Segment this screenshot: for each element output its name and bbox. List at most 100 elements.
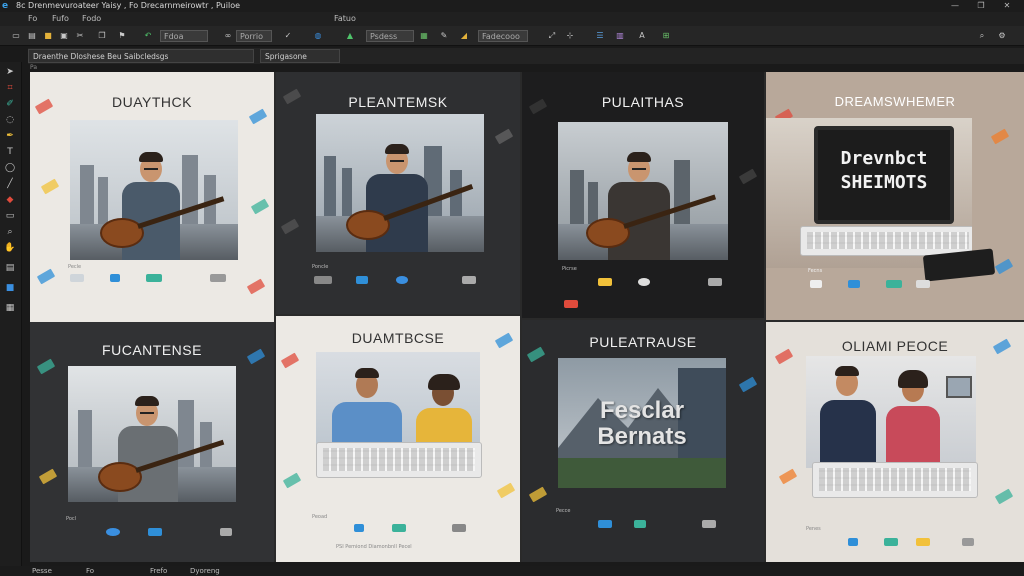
hand-tool-icon[interactable]: ✋ bbox=[4, 242, 16, 254]
zoom-select[interactable]: Fdoa bbox=[160, 30, 208, 42]
cut-icon[interactable]: ✂ bbox=[74, 30, 86, 42]
triangle-icon[interactable]: ▲ bbox=[344, 30, 356, 42]
confetti-shape bbox=[738, 168, 758, 185]
design-canvas[interactable]: DUAYTHCK Pecle PLEANTEMSK Poncle PULAITH… bbox=[30, 72, 1024, 562]
image-icon[interactable]: ▦ bbox=[418, 30, 430, 42]
status-item[interactable]: Fo bbox=[86, 566, 94, 576]
menu-item-4[interactable]: Fatuo bbox=[334, 12, 356, 26]
list-icon[interactable]: ☰ bbox=[594, 30, 606, 42]
tab-secondary[interactable]: Sprigasone bbox=[260, 49, 340, 63]
confetti-shape bbox=[496, 482, 516, 499]
mode-select[interactable]: Porrio bbox=[236, 30, 272, 42]
zoom-tool-icon[interactable]: ⌕ bbox=[4, 226, 16, 238]
card-caption: Pecce bbox=[556, 508, 571, 514]
globe-icon[interactable]: ◍ bbox=[312, 30, 324, 42]
menu-item-3[interactable]: Fodo bbox=[82, 12, 101, 26]
toolbar: ▭ ▤ ■ ▣ ✂ ❐ ⚑ ↶ Fdoa ∞ Porrio ✓ ◍ ▲ Psde… bbox=[0, 26, 1024, 46]
card-caption: Pecle bbox=[68, 264, 82, 270]
status-item[interactable]: Frefo bbox=[150, 566, 167, 576]
open-folder-icon[interactable]: ▤ bbox=[26, 30, 38, 42]
app-logo-icon: e bbox=[2, 1, 9, 11]
save-icon[interactable]: ▣ bbox=[58, 30, 70, 42]
feature-icon-row bbox=[276, 524, 520, 536]
shape-tool-icon[interactable]: ◯ bbox=[4, 162, 16, 174]
card-3[interactable]: PULAITHAS Picrse bbox=[522, 72, 764, 318]
confetti-shape bbox=[778, 468, 798, 485]
minimize-button[interactable]: — bbox=[944, 0, 966, 12]
settings-icon[interactable]: ⚙ bbox=[996, 30, 1008, 42]
card-title: DUAYTHCK bbox=[112, 94, 192, 110]
laptop-photo: Drevnbct SHEIMOTS bbox=[766, 118, 972, 268]
crop-tool-icon[interactable]: ⌗ bbox=[4, 82, 16, 94]
photo-headline: Bernats bbox=[597, 423, 687, 450]
card-6[interactable]: DUAMTBCSE Peoad PSI Pemiond Diamonbnll P… bbox=[276, 316, 520, 562]
keyboard bbox=[316, 442, 482, 478]
card-title: PLEANTEMSK bbox=[348, 94, 448, 110]
menu-item-2[interactable]: Fufo bbox=[52, 12, 69, 26]
feature-icon-row bbox=[30, 528, 274, 540]
line-tool-icon[interactable]: ╱ bbox=[4, 178, 16, 190]
folder-icon[interactable]: ■ bbox=[42, 30, 54, 42]
feature-icon-row bbox=[766, 280, 1024, 292]
card-2[interactable]: PLEANTEMSK Poncle bbox=[276, 72, 520, 314]
fill-tool-icon[interactable]: ◆ bbox=[4, 194, 16, 206]
field-select[interactable]: Psdess bbox=[366, 30, 414, 42]
feature-icon-row bbox=[30, 274, 274, 286]
select-tool-icon[interactable]: ➤ bbox=[4, 66, 16, 78]
keyboard bbox=[800, 226, 972, 256]
screen-text: Drevnbct bbox=[840, 148, 928, 169]
grid-icon[interactable]: ▥ bbox=[614, 30, 626, 42]
menu-bar: Fo Fufo Fodo Fatuo bbox=[0, 12, 1024, 26]
mountain-photo: Fesclar Bernats bbox=[558, 358, 726, 488]
confetti-shape bbox=[528, 486, 548, 503]
status-item[interactable]: Dyoreng bbox=[190, 566, 220, 576]
laptop-screen: Drevnbct SHEIMOTS bbox=[814, 126, 954, 224]
confetti-shape bbox=[738, 376, 758, 393]
pen-icon[interactable]: ✎ bbox=[438, 30, 450, 42]
tools-panel: ➤ ⌗ ✐ ◌ ✒ T ◯ ╱ ◆ ▭ ⌕ ✋ ▤ ■ ▦ bbox=[0, 62, 22, 566]
maximize-button[interactable]: ❐ bbox=[970, 0, 992, 12]
confetti-shape bbox=[494, 128, 514, 145]
color-swatch-icon[interactable]: ■ bbox=[4, 282, 16, 294]
lasso-tool-icon[interactable]: ◌ bbox=[4, 114, 16, 126]
people-photo bbox=[806, 356, 976, 468]
new-file-icon[interactable]: ▭ bbox=[10, 30, 22, 42]
confetti-shape bbox=[994, 258, 1014, 275]
eraser-tool-icon[interactable]: ▭ bbox=[4, 210, 16, 222]
copy-icon[interactable]: ❐ bbox=[96, 30, 108, 42]
tag-icon[interactable]: ◢ bbox=[458, 30, 470, 42]
tab-main-document[interactable]: Draenthe Dloshese Beu Saibcledsgs bbox=[28, 49, 254, 63]
confetti-shape bbox=[38, 468, 58, 485]
card-5[interactable]: FUCANTENSE Pocl bbox=[30, 322, 274, 562]
split-icon[interactable]: ⊹ bbox=[564, 30, 576, 42]
brush-tool-icon[interactable]: ✐ bbox=[4, 98, 16, 110]
confetti-shape bbox=[990, 128, 1010, 145]
link-icon[interactable]: ∞ bbox=[222, 30, 234, 42]
card-title: FUCANTENSE bbox=[102, 342, 202, 358]
text-icon[interactable]: A bbox=[636, 30, 648, 42]
undo-icon[interactable]: ↶ bbox=[142, 30, 154, 42]
layout-icon[interactable]: ⊞ bbox=[660, 30, 672, 42]
card-title: DUAMTBCSE bbox=[351, 330, 445, 346]
status-text: Pesse bbox=[32, 567, 52, 575]
card-title: PULEATRAUSE bbox=[589, 334, 697, 350]
bookmark-icon[interactable]: ⚑ bbox=[116, 30, 128, 42]
card-caption: Fecns bbox=[808, 268, 823, 274]
confetti-shape bbox=[282, 472, 302, 489]
confetti-shape bbox=[248, 108, 268, 125]
card-7[interactable]: PULEATRAUSE Fesclar Bernats Pecce bbox=[522, 320, 764, 562]
menu-item-1[interactable]: Fo bbox=[28, 12, 37, 26]
card-1[interactable]: DUAYTHCK Pecle bbox=[30, 72, 274, 322]
pen-tool-icon[interactable]: ✒ bbox=[4, 130, 16, 142]
grid-tool-icon[interactable]: ▦ bbox=[4, 302, 16, 314]
layers-tool-icon[interactable]: ▤ bbox=[4, 262, 16, 274]
card-4[interactable]: DREAMSWHEMER Drevnbct SHEIMOTS Fecns bbox=[766, 72, 1024, 320]
view-select[interactable]: Fadecooo bbox=[478, 30, 528, 42]
text-tool-icon[interactable]: T bbox=[4, 146, 16, 158]
close-button[interactable]: ✕ bbox=[996, 0, 1018, 12]
pointer-icon[interactable]: ⤢ bbox=[546, 30, 558, 42]
search-icon[interactable]: ⌕ bbox=[976, 30, 988, 42]
confetti-shape bbox=[280, 218, 300, 235]
check-icon[interactable]: ✓ bbox=[282, 30, 294, 42]
card-8[interactable]: OLIAMI PEOCE Penes bbox=[766, 322, 1024, 562]
